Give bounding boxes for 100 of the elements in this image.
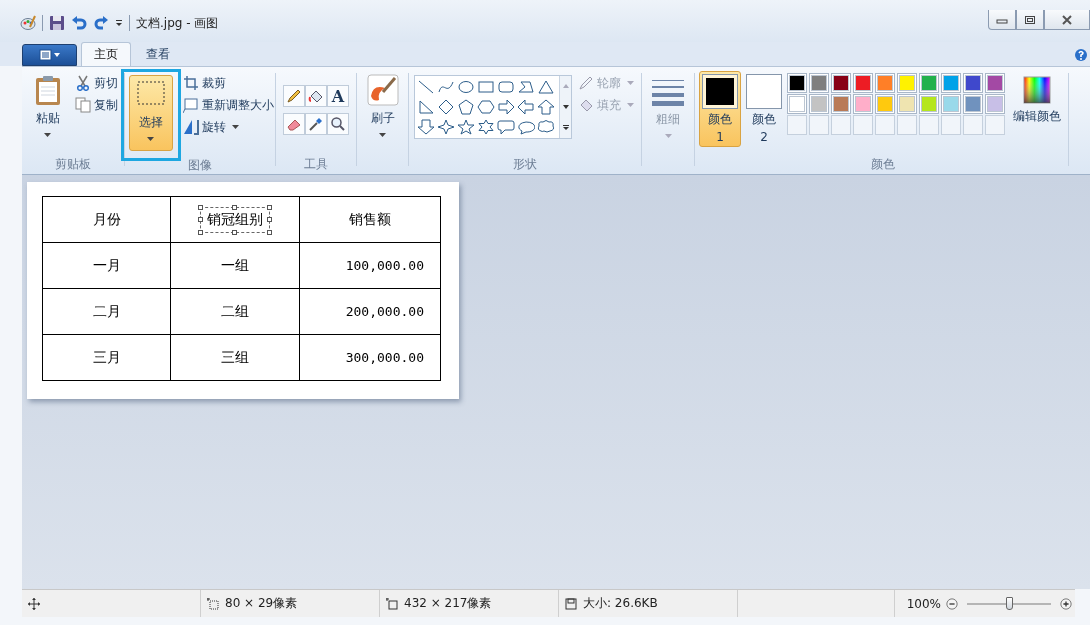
copy-icon (74, 97, 91, 113)
select-button[interactable]: 选择 (128, 75, 173, 151)
six-point-star-shape-icon[interactable] (477, 119, 495, 135)
pencil-tool-button[interactable] (283, 85, 305, 107)
caret-icon (44, 133, 51, 137)
rounded-callout-shape-icon[interactable] (497, 119, 515, 135)
table-header-cell-text: 月份 (91, 209, 122, 229)
resize-button[interactable]: 重新调整大小 (180, 95, 276, 115)
triangle-shape-icon[interactable] (537, 79, 555, 95)
maximize-button[interactable] (1016, 10, 1044, 30)
pentagon-shape-icon[interactable] (457, 99, 475, 115)
brushes-button[interactable]: 刷子 (361, 71, 404, 140)
pencil-icon (578, 75, 594, 91)
menu-icon (38, 49, 61, 61)
image-size-icon (386, 597, 398, 610)
empty-palette-swatch[interactable] (963, 115, 983, 135)
brush-icon (366, 74, 399, 106)
rotate-icon (182, 119, 199, 135)
empty-palette-swatch[interactable] (919, 115, 939, 135)
group-label: 图像 (188, 157, 212, 174)
group-label: 剪贴板 (55, 156, 91, 173)
empty-palette-swatch[interactable] (831, 115, 851, 135)
five-point-star-shape-icon[interactable] (457, 119, 475, 135)
crop-icon (182, 75, 199, 91)
crop-button[interactable]: 裁剪 (180, 73, 276, 93)
move-cursor-icon (28, 597, 40, 610)
magnifier-tool-button[interactable] (327, 113, 349, 135)
table-header-cell-text: 销售额 (347, 209, 392, 229)
redo-icon[interactable] (93, 15, 109, 31)
table-cell-text: 二组 (220, 301, 251, 321)
right-triangle-shape-icon[interactable] (417, 99, 435, 115)
customize-dropdown-icon[interactable] (115, 19, 123, 27)
cut-button[interactable]: 剪切 (72, 73, 120, 93)
zoom-out-button[interactable] (945, 596, 959, 611)
resize-icon (182, 97, 199, 113)
curve-shape-icon[interactable] (437, 79, 455, 95)
empty-palette-swatch[interactable] (985, 115, 1005, 135)
group-label: 工具 (304, 156, 328, 173)
paint-bucket-icon (308, 88, 324, 104)
help-icon[interactable] (1074, 48, 1088, 62)
color-picker-tool-button[interactable] (305, 113, 327, 135)
caret-icon (664, 134, 672, 138)
slider-thumb[interactable] (1006, 596, 1013, 610)
undo-icon[interactable] (71, 15, 87, 31)
color-slot-button[interactable]: 颜色 1 (699, 71, 741, 147)
zoom-in-button[interactable] (1059, 596, 1073, 611)
caret-icon (231, 125, 239, 129)
fill-tool-button[interactable] (305, 85, 327, 107)
left-arrow-shape-icon[interactable] (517, 99, 535, 115)
close-button[interactable] (1044, 10, 1090, 30)
hexagon-shape-icon[interactable] (477, 99, 495, 115)
zoom-slider[interactable] (967, 595, 1051, 612)
eraser-tool-button[interactable] (283, 113, 305, 135)
rounded-rectangle-shape-icon[interactable] (497, 79, 515, 95)
text-tool-button[interactable]: A (327, 85, 349, 107)
table-cell-text: 200,000.00 (344, 303, 425, 321)
empty-palette-swatch[interactable] (787, 115, 807, 135)
save-icon[interactable] (49, 15, 65, 31)
window-title: 文档.jpg - 画图 (136, 14, 219, 32)
color-slot-button[interactable]: 颜色 2 (743, 71, 785, 147)
paste-button[interactable]: 粘贴 (26, 71, 69, 140)
empty-palette-swatch[interactable] (809, 115, 829, 135)
empty-palette-swatch[interactable] (897, 115, 917, 135)
expand-gallery-icon[interactable] (561, 124, 570, 131)
table-header-cell: 销冠组别 (200, 206, 271, 233)
paint-menu-button[interactable] (22, 44, 77, 66)
empty-palette-swatch[interactable] (853, 115, 873, 135)
scroll-down-icon[interactable] (561, 104, 570, 110)
paint-app-icon[interactable] (20, 15, 36, 31)
table-cell-text: 100,000.00 (344, 257, 425, 275)
ribbon-tab[interactable]: 查看 (133, 42, 183, 66)
cloud-callout-shape-icon[interactable] (537, 119, 555, 135)
scissors-icon (74, 75, 91, 91)
four-point-star-shape-icon[interactable] (437, 119, 455, 135)
selection-size-text: 80 × 29像素 (225, 595, 298, 612)
empty-palette-swatch[interactable] (941, 115, 961, 135)
up-arrow-shape-icon[interactable] (537, 99, 555, 115)
empty-palette-swatch[interactable] (875, 115, 895, 135)
table-cell-text: 二月 (91, 301, 122, 321)
caret-icon (147, 137, 154, 141)
caret-icon (627, 103, 634, 107)
table-cell-text: 300,000.00 (344, 349, 425, 367)
color-spectrum-icon (1023, 76, 1051, 104)
maximize-icon (1024, 14, 1036, 25)
eyedropper-icon (308, 116, 324, 132)
right-arrow-shape-icon[interactable] (497, 99, 515, 115)
polygon-shape-icon[interactable] (517, 79, 535, 95)
magnifier-icon (330, 116, 346, 132)
edit-colors-button[interactable]: 编辑颜色 (1008, 71, 1066, 128)
group-label: 形状 (513, 156, 537, 173)
line-shape-icon[interactable] (417, 79, 435, 95)
copy-button[interactable]: 复制 (72, 95, 120, 115)
ribbon-tab[interactable]: 主页 (81, 42, 131, 66)
rotate-button[interactable]: 旋转 (180, 117, 276, 137)
oval-callout-shape-icon[interactable] (517, 119, 535, 135)
table-cell-text: 三月 (91, 347, 122, 367)
oval-shape-icon[interactable] (457, 79, 475, 95)
line-widths-icon (652, 78, 684, 106)
diamond-shape-icon[interactable] (437, 99, 455, 115)
down-arrow-shape-icon[interactable] (417, 119, 435, 135)
